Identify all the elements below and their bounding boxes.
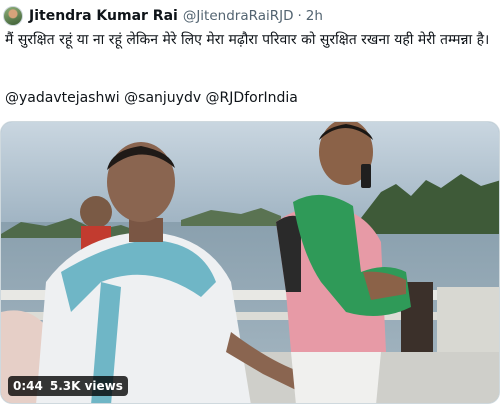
video-stats-badge: 0:44 5.3K views [8, 376, 128, 396]
video-view-count: 5.3K views [49, 379, 123, 393]
author-handle[interactable]: @JitendraRaiRJD [183, 8, 294, 24]
video-duration: 0:44 [13, 379, 43, 393]
author-avatar[interactable] [3, 6, 23, 26]
tweet-mentions[interactable]: @yadavtejashwi @sanjuydv @RJDforIndia [5, 88, 298, 108]
header-separator: · [297, 8, 302, 24]
tweet-card[interactable]: Jitendra Kumar Rai @JitendraRaiRJD · 2h … [0, 0, 503, 416]
video-player[interactable]: 0:44 5.3K views [0, 121, 500, 404]
tweet-text: मैं सुरक्षित रहूं या ना रहूं लेकिन मेरे … [5, 32, 490, 48]
author-name[interactable]: Jitendra Kumar Rai [29, 8, 178, 24]
tweet-header: Jitendra Kumar Rai @JitendraRaiRJD · 2h [3, 5, 323, 27]
tweet-timestamp[interactable]: 2h [306, 8, 323, 24]
video-frame [1, 122, 499, 403]
